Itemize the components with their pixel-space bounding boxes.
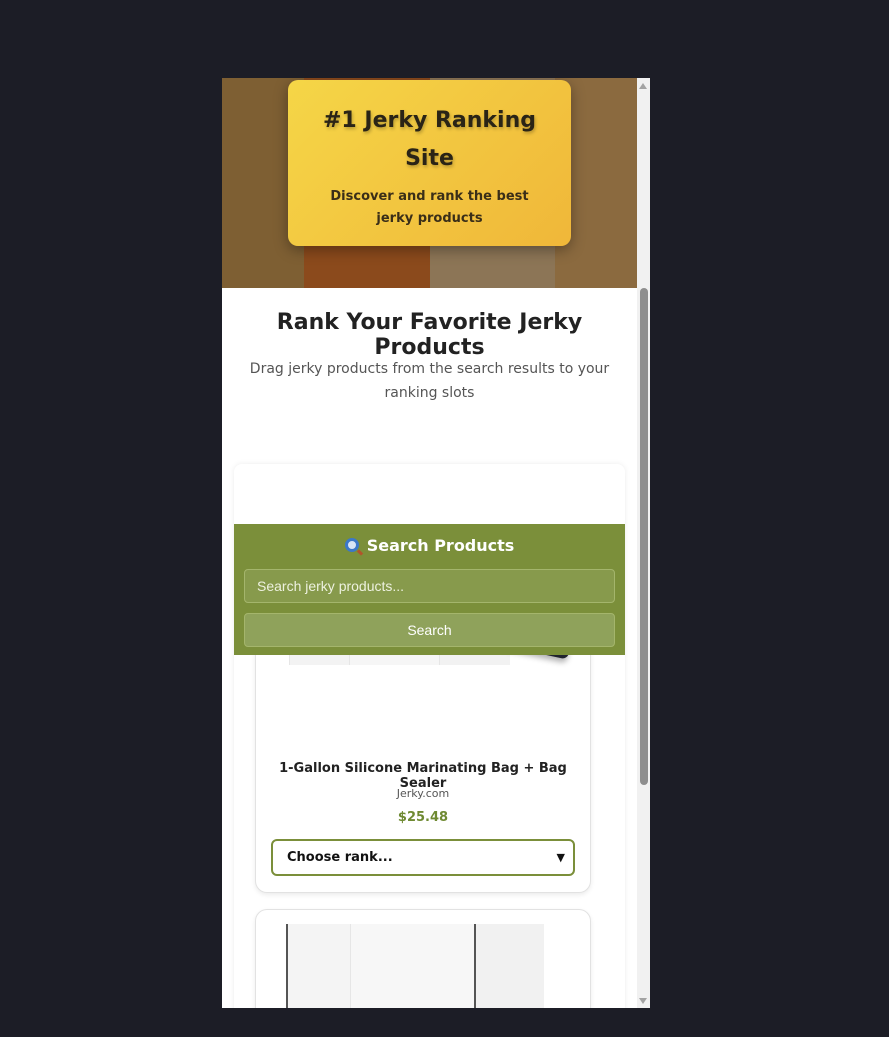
search-panel: Search Products Search: [234, 524, 625, 655]
magnifying-glass-icon: [344, 538, 359, 552]
rank-select[interactable]: Choose rank... ▼: [271, 839, 575, 876]
search-button[interactable]: Search: [244, 613, 615, 647]
search-input[interactable]: [244, 569, 615, 603]
scrollbar-thumb[interactable]: [640, 288, 648, 785]
page-viewport: #1 Jerky Ranking Site Discover and rank …: [222, 78, 637, 1008]
scroll-down-arrow-icon[interactable]: [639, 998, 647, 1004]
page-subtitle: Drag jerky products from the search resu…: [249, 361, 610, 401]
vertical-scrollbar[interactable]: [637, 78, 650, 1008]
hero-card: #1 Jerky Ranking Site Discover and rank …: [288, 80, 571, 246]
rank-select-value: Choose rank...: [287, 850, 393, 865]
bag-image-part: [474, 924, 544, 1008]
product-image: [286, 924, 544, 1008]
bag-image-part: [350, 924, 475, 1008]
page-title: Rank Your Favorite Jerky Products: [276, 310, 583, 360]
bag-image-part: [286, 924, 352, 1008]
hero-banner: #1 Jerky Ranking Site Discover and rank …: [222, 78, 637, 288]
app-window: #1 Jerky Ranking Site Discover and rank …: [222, 78, 650, 1008]
search-title-label: Search Products: [366, 536, 515, 555]
product-card[interactable]: [255, 909, 591, 1008]
hero-title: #1 Jerky Ranking Site: [322, 108, 537, 171]
search-title: Search Products: [234, 536, 625, 555]
product-vendor: Jerky.com: [396, 787, 450, 800]
chevron-down-icon: ▼: [556, 851, 565, 864]
scroll-up-arrow-icon[interactable]: [639, 83, 647, 89]
product-price: $25.48: [397, 810, 449, 825]
hero-subtitle: Discover and rank the best jerky product…: [330, 189, 529, 226]
